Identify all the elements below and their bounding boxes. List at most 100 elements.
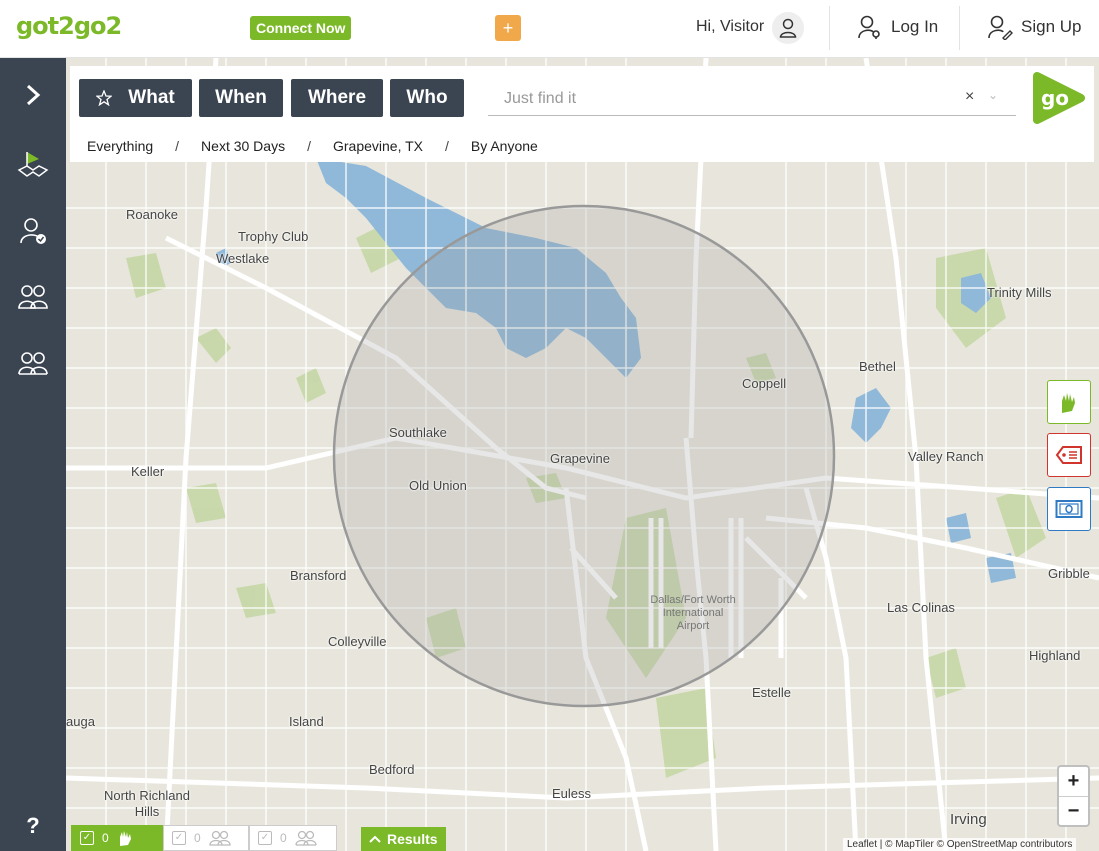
chevron-up-icon: [369, 835, 381, 843]
results-label: Results: [387, 831, 438, 847]
logo[interactable]: got2go2: [16, 12, 122, 40]
divider: [829, 6, 830, 50]
add-button[interactable]: +: [495, 15, 521, 41]
go-icon: go: [1033, 72, 1085, 124]
search-panel: What When Where Who × ⌄ go Everything / …: [70, 66, 1094, 162]
tab-who[interactable]: Who: [390, 79, 464, 117]
users-icon: [18, 285, 48, 309]
divider: [959, 6, 960, 50]
map-label: Las Colinas: [887, 600, 955, 615]
airport-line: Airport: [676, 620, 710, 632]
hands-icon: [1062, 393, 1075, 413]
map-label: Trinity Mills: [987, 285, 1052, 300]
map-label: Estelle: [752, 685, 792, 700]
money-icon: [1055, 500, 1083, 518]
user-key-icon: [858, 15, 880, 39]
tab-where[interactable]: Where: [291, 79, 383, 117]
crumb-separator: /: [175, 138, 180, 154]
results-button[interactable]: Results: [361, 827, 446, 851]
connect-now-button[interactable]: Connect Now: [250, 16, 352, 40]
airport-line: Dallas/Fort Worth: [650, 594, 736, 606]
count: 0: [102, 831, 109, 845]
bottom-tabs: ✓ 0 ✓ 0 ✓ 0: [71, 825, 337, 851]
zoom-control: + −: [1057, 765, 1090, 827]
sidebar-item-groups[interactable]: [0, 338, 66, 388]
bottom-tab-groups[interactable]: ✓ 0: [163, 825, 249, 851]
map-flag-icon: [17, 152, 49, 177]
map-label: Coppell: [742, 376, 787, 391]
go-label: go: [1041, 86, 1069, 110]
user-check-icon: [20, 218, 46, 244]
star-icon: [96, 90, 113, 106]
count: 0: [280, 831, 287, 845]
crumb-separator: /: [307, 138, 311, 154]
map-label: Valley Ranch: [908, 449, 984, 464]
top-bar: got2go2 Connect Now + Hi, Visitor Log In…: [0, 0, 1099, 58]
map-label: Colleyville: [328, 634, 387, 649]
avatar[interactable]: [772, 12, 804, 44]
map-label: North Richland Hills: [104, 788, 190, 819]
crumb-what[interactable]: Everything: [87, 138, 153, 154]
airport-label: Dallas/Fort Worth International Airport: [638, 594, 748, 633]
tab-what-label: What: [128, 87, 175, 108]
crumb-who[interactable]: By Anyone: [471, 138, 538, 154]
signup-button[interactable]: Sign Up: [987, 14, 1081, 40]
chevron-right-icon: [26, 84, 41, 106]
map-label: Keller: [131, 464, 165, 479]
tag-icon: [1055, 446, 1082, 464]
filter-money-button[interactable]: [1047, 487, 1091, 531]
breadcrumb: Everything / Next 30 Days / Grapevine, T…: [87, 138, 538, 154]
map-label: Gribble: [1048, 566, 1090, 581]
crumb-where[interactable]: Grapevine, TX: [333, 138, 423, 154]
hand-icon: [119, 831, 131, 846]
map-label: Southlake: [389, 425, 447, 440]
map-label: Trophy Club: [238, 229, 309, 244]
map-label: Grapevine: [550, 451, 610, 466]
sidebar: ?: [0, 58, 66, 851]
map-attribution[interactable]: Leaflet | © MapTiler © OpenStreetMap con…: [843, 838, 1077, 851]
sidebar-item-profile[interactable]: [0, 206, 66, 256]
user-icon: [779, 18, 797, 38]
crumb-separator: /: [445, 138, 449, 154]
map-label: Roanoke: [126, 207, 179, 222]
people-icon: [295, 830, 317, 846]
map-label: Westlake: [216, 251, 270, 266]
help-button[interactable]: ?: [0, 813, 66, 843]
signup-label: Sign Up: [1021, 17, 1082, 36]
zoom-in-button[interactable]: +: [1059, 767, 1088, 796]
search-input[interactable]: [488, 82, 1016, 116]
map-label: Bedford: [369, 762, 415, 777]
sidebar-item-map[interactable]: [0, 140, 66, 190]
filter-hands-button[interactable]: [1047, 380, 1091, 424]
checkbox[interactable]: ✓: [258, 831, 272, 845]
user-pen-icon: [988, 15, 1013, 40]
clear-search-button[interactable]: ×: [965, 88, 974, 106]
count: 0: [194, 831, 201, 845]
airport-line: International: [662, 607, 724, 619]
greeting-text: Hi, Visitor: [696, 18, 765, 35]
login-label: Log In: [891, 17, 939, 36]
map-label: Old Union: [409, 478, 467, 493]
go-button[interactable]: go: [1033, 72, 1085, 124]
tab-what[interactable]: What: [79, 79, 192, 117]
tab-when[interactable]: When: [199, 79, 283, 117]
filter-tag-button[interactable]: [1047, 433, 1091, 477]
group-icon: [18, 352, 48, 375]
zoom-out-button[interactable]: −: [1059, 796, 1088, 825]
map-label: Island: [289, 714, 324, 729]
crumb-when[interactable]: Next 30 Days: [201, 138, 285, 154]
map[interactable]: Roanoke Trophy Club Westlake Trinity Mil…: [66, 58, 1099, 851]
checkbox[interactable]: ✓: [80, 831, 94, 845]
sidebar-item-users[interactable]: [0, 272, 66, 322]
bottom-tab-people[interactable]: ✓ 0: [249, 825, 337, 851]
sidebar-expand-button[interactable]: [0, 70, 66, 120]
bottom-tab-activities[interactable]: ✓ 0: [71, 825, 163, 851]
map-label: Euless: [552, 786, 592, 801]
user-group-icon: [209, 830, 231, 846]
checkbox[interactable]: ✓: [172, 831, 186, 845]
login-button[interactable]: Log In: [857, 14, 938, 40]
map-label: Highland: [1029, 648, 1081, 663]
map-label: Bethel: [859, 359, 896, 374]
chevron-down-icon[interactable]: ⌄: [988, 88, 998, 102]
map-label: auga: [66, 714, 95, 729]
